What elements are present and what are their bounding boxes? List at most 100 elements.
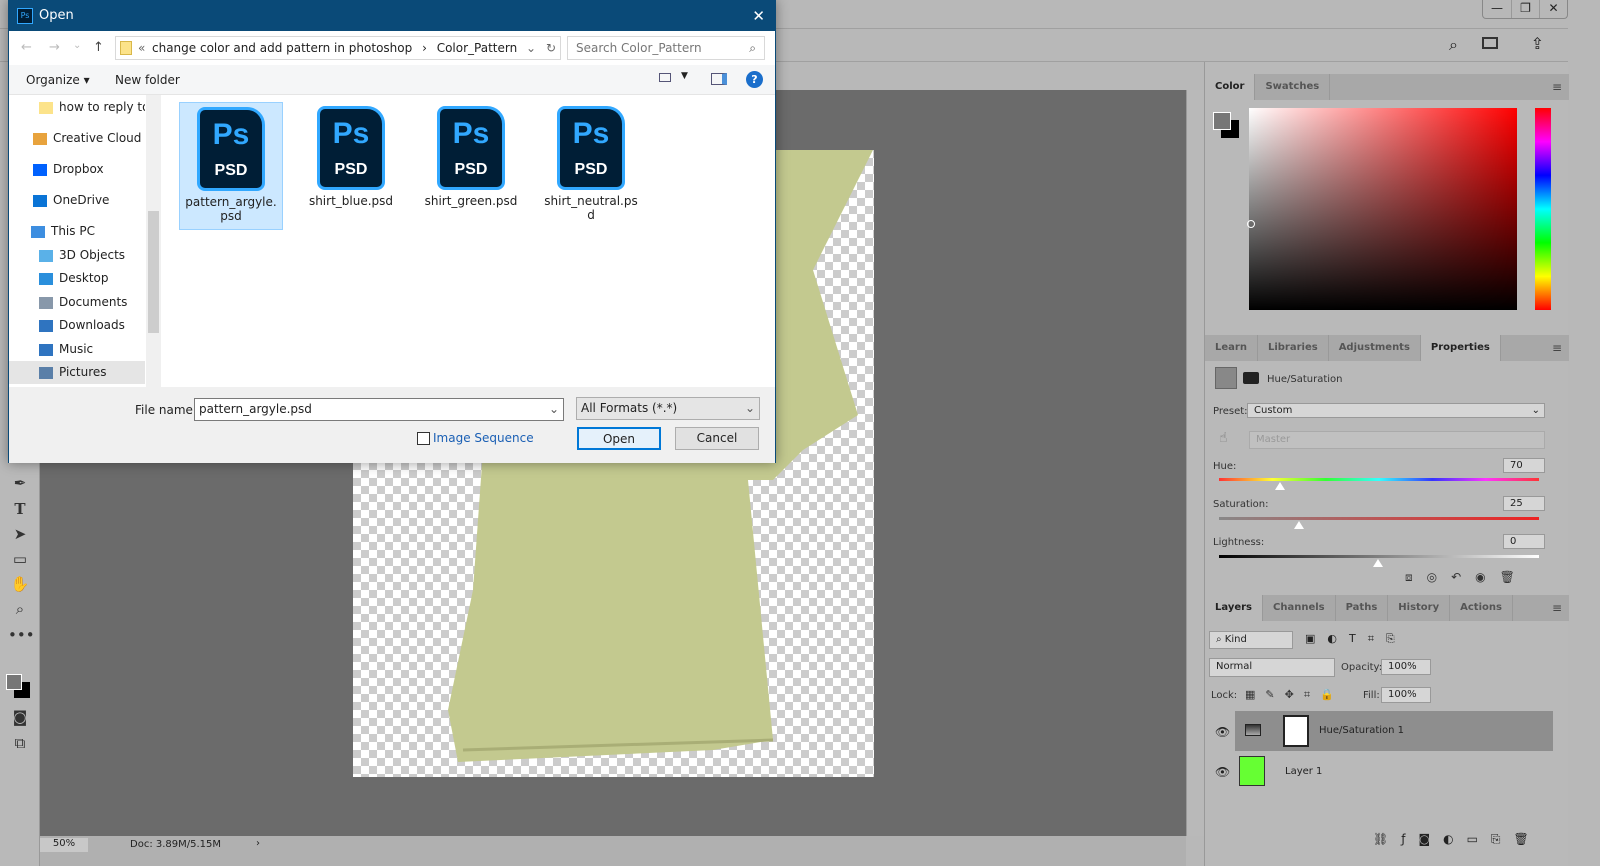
layer-name[interactable]: Layer 1 (1285, 766, 1322, 777)
tab-history[interactable]: History (1388, 595, 1451, 621)
rectangle-tool-icon[interactable]: ▭ (8, 550, 32, 572)
scrollbar-thumb[interactable] (148, 211, 159, 333)
nav-item-3d[interactable]: 3D Objects (9, 244, 145, 267)
file-item[interactable]: Ps PSD pattern_argyle.psd (179, 102, 283, 230)
file-item[interactable]: Ps PSD shirt_green.psd (419, 102, 523, 230)
opacity-input[interactable]: 100% (1381, 659, 1431, 675)
layer-filter-select[interactable]: ⌕ Kind (1209, 631, 1293, 649)
color-field[interactable] (1249, 108, 1517, 310)
visibility-eye-icon[interactable]: 👁 (1215, 725, 1230, 739)
tab-adjustments[interactable]: Adjustments (1329, 335, 1421, 361)
share-icon[interactable]: ⇪ (1531, 34, 1544, 53)
breadcrumb-item[interactable]: Color_Pattern (437, 41, 518, 55)
close-app-button[interactable]: ✕ (1539, 0, 1567, 18)
panel-menu-icon[interactable]: ≡ (1552, 601, 1562, 615)
targeted-adjustment-icon[interactable]: ☝ (1219, 430, 1228, 446)
image-sequence-checkbox[interactable] (417, 432, 430, 445)
hue-input[interactable]: 70 (1503, 458, 1545, 473)
tab-swatches[interactable]: Swatches (1255, 74, 1331, 100)
tab-channels[interactable]: Channels (1263, 595, 1336, 621)
nav-item-creative-cloud[interactable]: Creative Cloud Fil (9, 127, 145, 150)
address-dropdown-icon[interactable]: ⌄ (526, 37, 536, 59)
hue-spectrum-bar[interactable] (1535, 108, 1551, 310)
open-button[interactable]: Open (577, 427, 661, 450)
file-item[interactable]: Ps PSD shirt_neutral.psd (539, 102, 643, 230)
blend-mode-select[interactable]: Normal (1209, 658, 1335, 677)
path-select-icon[interactable]: ➤ (8, 525, 32, 547)
layer-row-hue-saturation[interactable]: Hue/Saturation 1 (1235, 711, 1553, 751)
lock-icons[interactable]: ▦✎✥⌗🔒 (1245, 688, 1344, 702)
nav-item-desktop[interactable]: Desktop (9, 267, 145, 290)
restore-button[interactable]: ❐ (1511, 0, 1539, 18)
status-menu-arrow[interactable]: › (256, 838, 260, 849)
tab-properties[interactable]: Properties (1420, 335, 1501, 361)
visibility-eye-icon[interactable]: 👁 (1215, 765, 1230, 779)
color-picker-handle[interactable] (1247, 220, 1255, 228)
nav-item-folder[interactable]: how to reply to a (9, 96, 145, 119)
view-dropdown-icon[interactable]: ▼ (681, 71, 688, 81)
refresh-icon[interactable]: ↻ (546, 37, 556, 59)
saturation-input[interactable]: 25 (1503, 496, 1545, 511)
nav-item-downloads[interactable]: Downloads (9, 314, 145, 337)
hue-slider-thumb[interactable] (1275, 482, 1285, 490)
preview-pane-icon[interactable] (711, 73, 727, 85)
chevron-down-icon[interactable]: ⌄ (549, 399, 559, 420)
zoom-level[interactable]: 50% (40, 838, 88, 852)
tab-layers[interactable]: Layers (1205, 595, 1263, 621)
hand-tool-icon[interactable]: ✋ (8, 575, 32, 597)
breadcrumb-item[interactable]: change color and add pattern in photosho… (152, 41, 412, 55)
tab-libraries[interactable]: Libraries (1258, 335, 1329, 361)
mask-icon[interactable] (1243, 372, 1259, 384)
file-name-input[interactable]: pattern_argyle.psd ⌄ (194, 398, 564, 421)
breadcrumb-overflow[interactable]: « (138, 37, 145, 59)
minimize-button[interactable]: — (1483, 0, 1511, 18)
search-icon[interactable]: ⌕ (1449, 35, 1458, 55)
file-item[interactable]: Ps PSD shirt_blue.psd (299, 102, 403, 230)
help-icon[interactable]: ? (746, 71, 763, 88)
panel-menu-icon[interactable]: ≡ (1552, 341, 1562, 355)
tab-actions[interactable]: Actions (1450, 595, 1513, 621)
cancel-button[interactable]: Cancel (675, 427, 759, 450)
up-icon[interactable]: ↑ (93, 40, 104, 55)
address-bar[interactable]: « change color and add pattern in photos… (115, 36, 561, 60)
adjustment-icon[interactable] (1215, 367, 1237, 389)
panel-menu-icon[interactable]: ≡ (1552, 80, 1562, 94)
search-box[interactable]: Search Color_Pattern ⌕ (567, 36, 765, 60)
layer-mask-thumbnail[interactable] (1283, 715, 1309, 747)
lightness-slider[interactable] (1219, 555, 1539, 558)
more-tools-icon[interactable]: ••• (8, 626, 35, 648)
fg-color-chip[interactable] (1213, 112, 1231, 130)
saturation-slider[interactable] (1219, 517, 1539, 520)
lightness-slider-thumb[interactable] (1373, 559, 1383, 567)
tab-color[interactable]: Color (1205, 74, 1256, 100)
forward-icon[interactable]: → (49, 40, 60, 55)
lightness-input[interactable]: 0 (1503, 534, 1545, 549)
type-tool-icon[interactable]: T (8, 500, 32, 522)
nav-scrollbar[interactable] (146, 95, 161, 387)
pen-tool-icon[interactable]: ✒ (8, 474, 32, 496)
view-icon[interactable] (659, 73, 671, 82)
layer-row-layer-1[interactable]: Layer 1 (1235, 752, 1553, 792)
workspace-icon[interactable] (1482, 37, 1498, 49)
foreground-color-swatch[interactable] (6, 674, 22, 690)
nav-item-onedrive[interactable]: OneDrive (9, 189, 145, 212)
zoom-tool-icon[interactable]: ⌕ (8, 600, 32, 622)
nav-item-pc[interactable]: This PC (9, 220, 145, 243)
nav-item-music[interactable]: Music (9, 338, 145, 361)
close-dialog-button[interactable]: ✕ (752, 1, 765, 31)
tab-paths[interactable]: Paths (1336, 595, 1389, 621)
fill-input[interactable]: 100% (1381, 687, 1431, 703)
layer-filter-icons[interactable]: ▣◐T⌗⎘ (1305, 632, 1407, 646)
hue-slider[interactable] (1219, 478, 1539, 481)
nav-item-pictures[interactable]: Pictures (9, 361, 145, 384)
nav-item-dropbox[interactable]: Dropbox (9, 158, 145, 181)
layers-footer-icons[interactable]: ⛓ƒ◙◐▭⎘🗑 (1373, 832, 1542, 847)
layer-name[interactable]: Hue/Saturation 1 (1319, 725, 1404, 736)
preset-select[interactable]: Custom ⌄ (1247, 403, 1545, 418)
new-folder-button[interactable]: New folder (115, 73, 180, 87)
screen-mode-icon[interactable]: ⧉ (8, 734, 32, 756)
saturation-slider-thumb[interactable] (1294, 521, 1304, 529)
properties-footer-icons[interactable]: ⧈◎↶◉🗑 (1405, 570, 1529, 585)
recent-dropdown-icon[interactable]: ⌄ (73, 40, 81, 51)
quick-mask-icon[interactable]: ◙ (8, 708, 32, 730)
